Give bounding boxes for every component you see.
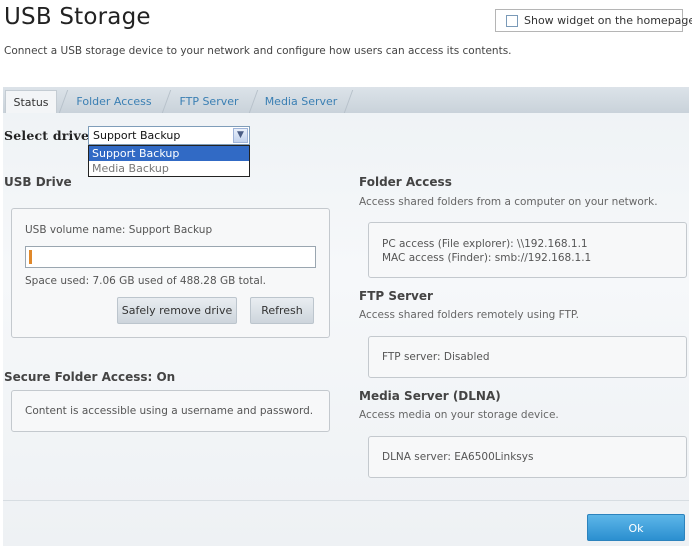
pc-access-text: PC access (File explorer): \\192.168.1.1: [382, 238, 588, 250]
tab-folder-access[interactable]: Folder Access: [66, 90, 162, 113]
space-used-text: Space used: 7.06 GB used of 488.28 GB to…: [25, 275, 267, 287]
dropdown-option-media-backup[interactable]: Media Backup: [89, 161, 249, 176]
drive-dropdown-list: Support Backup Media Backup: [88, 145, 250, 177]
page-title: USB Storage: [4, 4, 151, 30]
ftp-status-text: FTP server: Disabled: [382, 351, 490, 363]
media-server-heading: Media Server (DLNA): [359, 389, 501, 403]
tab-media-server[interactable]: Media Server: [258, 90, 344, 113]
ftp-server-heading: FTP Server: [359, 289, 433, 303]
media-server-desc: Access media on your storage device.: [359, 409, 559, 421]
ftp-server-desc: Access shared folders remotely using FTP…: [359, 309, 579, 321]
chevron-down-icon[interactable]: ▼: [233, 128, 248, 143]
widget-checkbox-label: Show widget on the homepage: [524, 14, 692, 27]
folder-access-box: [368, 222, 687, 278]
space-usage-bar: [25, 246, 316, 268]
drive-select[interactable]: Support Backup ▼: [88, 126, 250, 145]
show-widget-toggle[interactable]: Show widget on the homepage: [495, 9, 692, 32]
select-drive-label: Select drive:: [4, 128, 94, 143]
ok-button[interactable]: Ok: [587, 514, 685, 541]
widget-checkbox[interactable]: [506, 15, 518, 27]
dropdown-option-support-backup[interactable]: Support Backup: [89, 146, 249, 161]
mac-access-text: MAC access (Finder): smb://192.168.1.1: [382, 252, 592, 264]
drive-select-value: Support Backup: [93, 129, 181, 142]
usb-drive-heading: USB Drive: [4, 175, 72, 189]
footer-divider: [3, 500, 689, 501]
tab-ftp-server[interactable]: FTP Server: [170, 90, 248, 113]
dlna-status-text: DLNA server: EA6500Linksys: [382, 451, 534, 463]
refresh-button[interactable]: Refresh: [250, 297, 314, 324]
secure-folder-heading: Secure Folder Access: On: [4, 370, 176, 384]
secure-folder-text: Content is accessible using a username a…: [25, 405, 314, 417]
tab-status[interactable]: Status: [5, 90, 57, 113]
page-subtitle: Connect a USB storage device to your net…: [4, 45, 512, 57]
usb-volume-name: USB volume name: Support Backup: [25, 224, 213, 236]
safely-remove-drive-button[interactable]: Safely remove drive: [117, 297, 237, 324]
folder-access-desc: Access shared folders from a computer on…: [359, 196, 658, 208]
folder-access-heading: Folder Access: [359, 175, 452, 189]
space-usage-fill: [29, 250, 32, 264]
